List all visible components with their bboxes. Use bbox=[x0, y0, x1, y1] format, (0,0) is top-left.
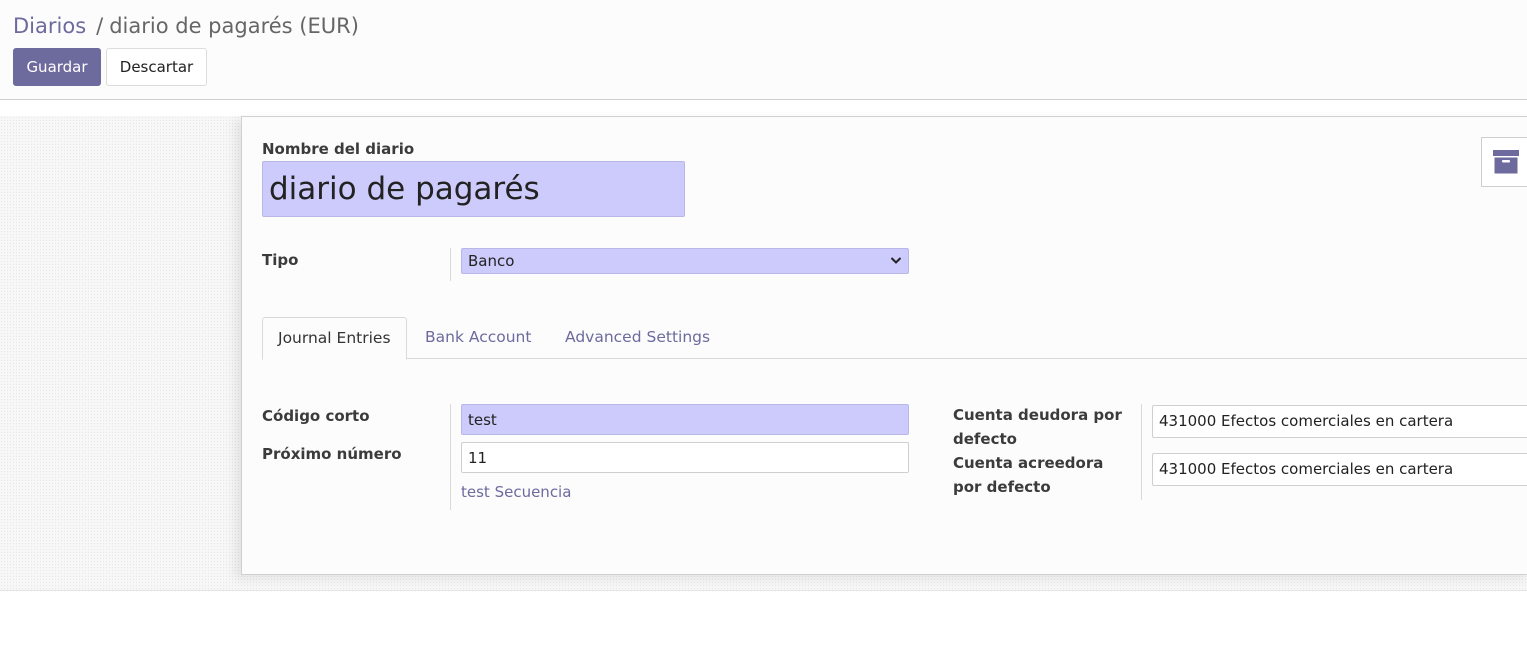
form-view: Nombre del diario diario de pagarés Tipo… bbox=[0, 116, 1527, 591]
divider bbox=[450, 404, 451, 510]
tipo-select[interactable]: Banco bbox=[461, 248, 909, 274]
journal-name-input[interactable]: diario de pagarés bbox=[262, 161, 685, 217]
discard-button[interactable]: Descartar bbox=[106, 48, 207, 86]
cuenta-deudora-label: Cuenta deudora por defecto bbox=[953, 406, 1122, 448]
form-sheet: Nombre del diario diario de pagarés Tipo… bbox=[241, 116, 1527, 575]
tab-advanced-settings[interactable]: Advanced Settings bbox=[550, 317, 725, 359]
codigo-corto-label: Código corto bbox=[262, 407, 370, 425]
proximo-numero-label: Próximo número bbox=[262, 445, 402, 463]
cuenta-acreedora-input[interactable]: 431000 Efectos comerciales en cartera bbox=[1152, 453, 1527, 486]
divider bbox=[1141, 404, 1142, 500]
chevron-down-icon bbox=[890, 257, 902, 264]
cuenta-deudora-input[interactable]: 431000 Efectos comerciales en cartera bbox=[1152, 405, 1527, 438]
archive-icon bbox=[1493, 150, 1519, 174]
tipo-select-value: Banco bbox=[468, 252, 515, 270]
breadcrumb-separator: / bbox=[96, 14, 104, 38]
archive-button[interactable] bbox=[1481, 137, 1527, 187]
tab-bank-account[interactable]: Bank Account bbox=[410, 317, 546, 359]
journal-name-label: Nombre del diario bbox=[262, 140, 415, 158]
breadcrumb-diarios-link[interactable]: Diarios bbox=[13, 14, 86, 38]
cuenta-acreedora-label: Cuenta acreedora por defecto bbox=[953, 454, 1104, 496]
notebook-tabs: Journal Entries Bank Account Advanced Se… bbox=[262, 317, 1527, 360]
tab-journal-entries[interactable]: Journal Entries bbox=[262, 317, 407, 360]
secuencia-link[interactable]: test Secuencia bbox=[461, 483, 571, 501]
divider bbox=[450, 248, 451, 281]
codigo-corto-input[interactable]: test bbox=[461, 404, 909, 435]
proximo-numero-input[interactable]: 11 bbox=[461, 442, 909, 473]
breadcrumb: Diarios / diario de pagarés (EUR) bbox=[13, 12, 359, 40]
save-button[interactable]: Guardar bbox=[13, 48, 101, 86]
breadcrumb-current: diario de pagarés (EUR) bbox=[109, 14, 359, 38]
tipo-label: Tipo bbox=[262, 251, 299, 269]
control-panel: Diarios / diario de pagarés (EUR) Guardar … bbox=[0, 0, 1527, 100]
